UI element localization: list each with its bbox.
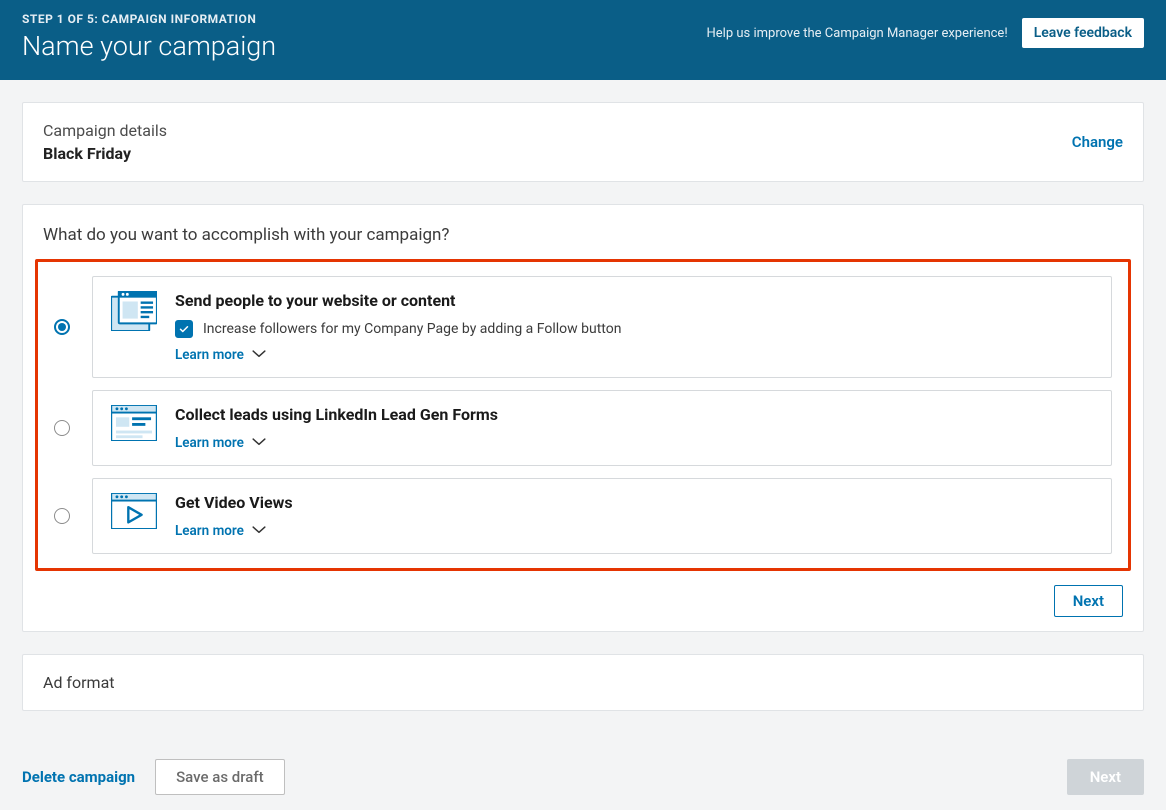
campaign-details-card: Campaign details Black Friday Change <box>22 102 1144 182</box>
objective-card: What do you want to accomplish with your… <box>22 204 1144 632</box>
objective-card-leads[interactable]: Collect leads using LinkedIn Lead Gen Fo… <box>92 390 1112 466</box>
radio-video[interactable] <box>54 508 70 524</box>
header-left: STEP 1 OF 5: CAMPAIGN INFORMATION Name y… <box>22 12 276 62</box>
learn-more-label: Learn more <box>175 347 244 363</box>
objective-card-video[interactable]: Get Video Views Learn more <box>92 478 1112 554</box>
learn-more-label: Learn more <box>175 435 244 451</box>
campaign-details-text: Campaign details Black Friday <box>43 121 167 163</box>
chevron-down-icon <box>252 523 266 539</box>
objective-title-video: Get Video Views <box>175 493 293 512</box>
campaign-name: Black Friday <box>43 144 167 163</box>
objective-highlight: Send people to your website or content I… <box>35 259 1131 571</box>
objective-title-website: Send people to your website or content <box>175 291 621 310</box>
leadgen-icon <box>111 405 157 445</box>
delete-campaign-link[interactable]: Delete campaign <box>22 768 135 786</box>
learn-more-leads[interactable]: Learn more <box>175 435 266 451</box>
step-label: STEP 1 OF 5: CAMPAIGN INFORMATION <box>22 12 276 26</box>
header-help-text: Help us improve the Campaign Manager exp… <box>707 26 1008 41</box>
learn-more-label: Learn more <box>175 523 244 539</box>
radio-website[interactable] <box>54 319 70 335</box>
chevron-down-icon <box>252 347 266 363</box>
objective-card-website[interactable]: Send people to your website or content I… <box>92 276 1112 378</box>
video-icon <box>111 493 157 533</box>
objective-question: What do you want to accomplish with your… <box>23 205 1143 259</box>
objective-option-website[interactable]: Send people to your website or content I… <box>38 270 1128 384</box>
change-campaign-link[interactable]: Change <box>1072 133 1123 151</box>
objective-option-leads[interactable]: Collect leads using LinkedIn Lead Gen Fo… <box>38 384 1128 472</box>
radio-leads[interactable] <box>54 420 70 436</box>
follow-text: Increase followers for my Company Page b… <box>203 320 621 338</box>
learn-more-website[interactable]: Learn more <box>175 347 266 363</box>
objective-title-leads: Collect leads using LinkedIn Lead Gen Fo… <box>175 405 498 424</box>
page-title: Name your campaign <box>22 30 276 62</box>
save-as-draft-button[interactable]: Save as draft <box>155 759 285 795</box>
website-icon <box>111 291 157 335</box>
objective-option-video[interactable]: Get Video Views Learn more <box>38 472 1128 560</box>
ad-format-label: Ad format <box>43 673 115 692</box>
leave-feedback-button[interactable]: Leave feedback <box>1022 18 1144 48</box>
campaign-details-label: Campaign details <box>43 121 167 140</box>
objective-next-button[interactable]: Next <box>1054 585 1123 617</box>
footer-next-button[interactable]: Next <box>1067 759 1144 795</box>
chevron-down-icon <box>252 435 266 451</box>
page-footer: Delete campaign Save as draft Next <box>0 755 1166 807</box>
learn-more-video[interactable]: Learn more <box>175 523 266 539</box>
header-right: Help us improve the Campaign Manager exp… <box>707 18 1144 48</box>
page-header: STEP 1 OF 5: CAMPAIGN INFORMATION Name y… <box>0 0 1166 80</box>
ad-format-card[interactable]: Ad format <box>22 654 1144 711</box>
follow-checkbox[interactable] <box>175 320 193 338</box>
